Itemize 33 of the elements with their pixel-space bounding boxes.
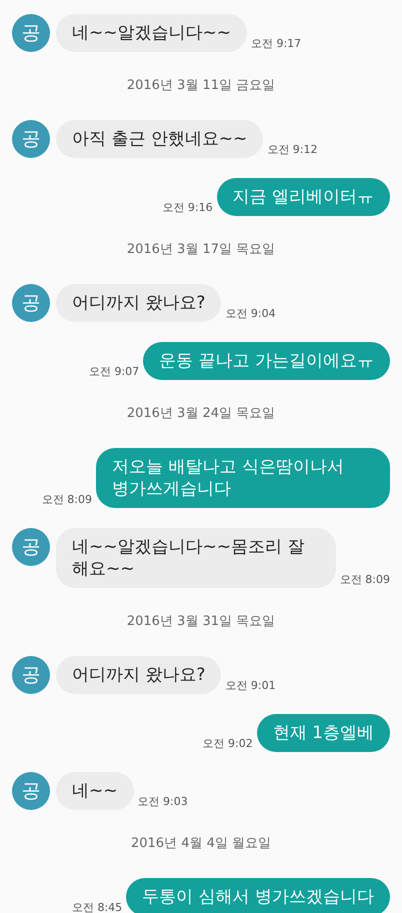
message-time: 오전 8:09: [340, 572, 390, 587]
message-bubble: 아직 출근 안했네요~~: [56, 120, 264, 158]
message-time: 오전 9:07: [88, 364, 140, 379]
message-time: 오전 9:03: [138, 794, 188, 809]
message-bubble: 두통이 심해서 병가쓰겠습니다: [126, 878, 390, 913]
message-bubble: 어디까지 왔나요?: [56, 656, 222, 694]
avatar[interactable]: 공: [12, 528, 50, 566]
message-time: 오전 9:02: [202, 736, 253, 751]
message-bubble: 운동 끝나고 가는길이에요ㅠ: [143, 342, 390, 380]
message-time: 오전 8:09: [42, 492, 92, 507]
message-time: 오전 9:17: [250, 36, 302, 51]
message-time: 오전 9:01: [225, 678, 276, 693]
message-bubble: 네~~알겠습니다~~몸조리 잘 해요~~: [56, 528, 336, 588]
avatar[interactable]: 공: [12, 284, 50, 322]
message-bubble: 네~~알겠습니다~~: [56, 14, 247, 52]
avatar[interactable]: 공: [12, 656, 50, 694]
date-divider: 2016년 4월 4일 월요일: [130, 835, 272, 853]
message-bubble: 어디까지 왔나요?: [56, 284, 222, 322]
date-divider: 2016년 3월 31일 목요일: [126, 613, 276, 631]
date-divider: 2016년 3월 17일 목요일: [126, 241, 276, 259]
message-bubble: 현재 1층엘베: [256, 714, 390, 752]
message-bubble: 저오늘 배탈나고 식은땀이나서 병가쓰게습니다: [96, 448, 390, 508]
message-time: 오전 9:04: [225, 306, 276, 321]
message-time: 오전 8:45: [72, 900, 122, 913]
avatar[interactable]: 공: [12, 14, 50, 52]
message-bubble: 네~~: [56, 772, 134, 810]
avatar[interactable]: 공: [12, 772, 50, 810]
message-bubble: 지금 엘리베이터ㅠ: [216, 178, 390, 216]
message-time: 오전 9:16: [162, 200, 213, 215]
date-divider: 2016년 3월 11일 금요일: [126, 77, 276, 95]
message-time: 오전 9:12: [267, 142, 318, 157]
avatar[interactable]: 공: [12, 120, 50, 158]
date-divider: 2016년 3월 24일 목요일: [126, 405, 276, 423]
